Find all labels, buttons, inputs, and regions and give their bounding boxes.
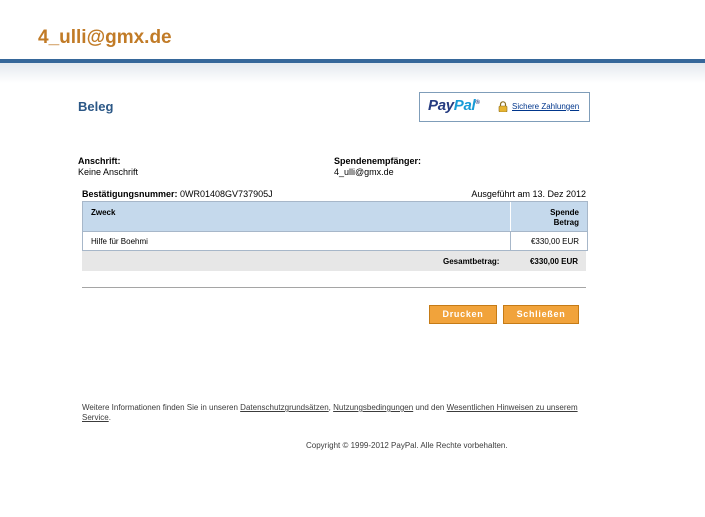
- paypal-badge: PayPal® Sichere Zahlungen: [419, 92, 590, 122]
- table-row: Hilfe für Boehmi €330,00 EUR: [83, 231, 587, 250]
- confirmation-number: Bestätigungsnummer: 0WR01408GV737905J: [82, 189, 273, 199]
- page-header: 4_ulli@gmx.de: [0, 0, 705, 60]
- column-header-amount: Spende Betrag: [550, 208, 579, 228]
- terms-link[interactable]: Nutzungsbedingungen: [333, 403, 413, 412]
- total-value: €330,00 EUR: [529, 257, 578, 266]
- column-header-purpose: Zweck: [91, 208, 116, 217]
- footer-text-and: und den: [413, 403, 447, 412]
- table-header: Zweck Spende Betrag: [83, 202, 587, 231]
- secure-payments-link[interactable]: Sichere Zahlungen: [512, 102, 579, 111]
- address-value: Keine Anschrift: [78, 167, 139, 177]
- footer-info: Weitere Informationen finden Sie in unse…: [82, 403, 587, 423]
- paypal-logo-pal: Pal: [453, 97, 476, 114]
- receipt-table: Zweck Spende Betrag Hilfe für Boehmi €33…: [82, 201, 588, 251]
- paypal-logo: PayPal®: [428, 97, 480, 114]
- confirmation-label: Bestätigungsnummer:: [82, 189, 178, 199]
- section-divider: [82, 287, 586, 288]
- confirmation-bar: Bestätigungsnummer: 0WR01408GV737905J Au…: [82, 189, 586, 200]
- recipient-label: Spendenempfänger:: [334, 156, 422, 166]
- total-row: Gesamtbetrag: €330,00 EUR: [82, 251, 586, 271]
- page-title: Beleg: [78, 99, 114, 114]
- close-button[interactable]: Schließen: [503, 305, 579, 324]
- paypal-logo-tm: ®: [475, 100, 480, 106]
- copyright: Copyright © 1999-2012 PayPal. Alle Recht…: [306, 441, 508, 450]
- lock-icon: [498, 101, 508, 112]
- executed-date: Ausgeführt am 13. Dez 2012: [471, 189, 586, 199]
- confirmation-value: 0WR01408GV737905J: [180, 189, 273, 199]
- column-divider: [510, 232, 511, 250]
- row-purpose: Hilfe für Boehmi: [91, 237, 148, 246]
- print-button[interactable]: Drucken: [429, 305, 497, 324]
- total-label: Gesamtbetrag:: [443, 257, 500, 266]
- column-header-amount-line2: Betrag: [553, 218, 579, 227]
- user-email-heading: 4_ulli@gmx.de: [38, 27, 172, 48]
- header-shadow: [0, 63, 705, 83]
- column-header-amount-line1: Spende: [550, 208, 579, 217]
- column-divider: [510, 202, 511, 231]
- row-amount: €330,00 EUR: [530, 237, 579, 246]
- footer-end: .: [108, 413, 111, 422]
- address-label: Anschrift:: [78, 156, 121, 166]
- recipient-value: 4_ulli@gmx.de: [334, 167, 394, 177]
- privacy-link[interactable]: Datenschutzgrundsätzen: [240, 403, 329, 412]
- paypal-logo-pay: Pay: [428, 97, 454, 114]
- footer-text: Weitere Informationen finden Sie in unse…: [82, 403, 241, 412]
